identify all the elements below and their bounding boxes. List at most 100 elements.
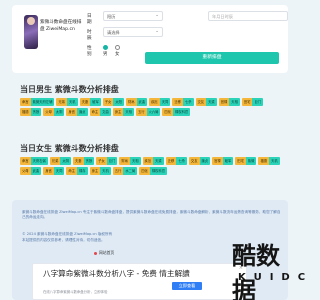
palace-tag-key: 身宫 bbox=[43, 167, 54, 175]
sex-label: 性别 bbox=[87, 46, 92, 57]
palace-tag-key: 五行 bbox=[112, 167, 124, 175]
palace-tag-key: 四化 bbox=[162, 108, 174, 116]
palace-tag-value: 禄权科忌 bbox=[149, 167, 168, 175]
palace-tag-value: 火六局 bbox=[146, 108, 161, 116]
site-logo[interactable]: 紫微斗数命盘在线排盘 ZiweiMap.cn bbox=[18, 15, 81, 69]
palace-tag[interactable]: 迁移 七杀 bbox=[172, 98, 194, 106]
palace-tag[interactable]: 田宅 紫微 bbox=[235, 157, 257, 165]
palace-tag-key: 田宅 bbox=[235, 157, 246, 165]
footer-home-link[interactable]: 网站首页 bbox=[94, 250, 114, 256]
palace-tag-value: 破军 bbox=[222, 157, 234, 165]
palace-tag-key: 交友 bbox=[195, 98, 207, 106]
palace-tag-value: 天机 bbox=[66, 98, 78, 106]
palace-tag-value: 武曲 bbox=[30, 167, 42, 175]
palace-tag[interactable]: 身宫 廉贞 bbox=[66, 108, 88, 116]
palace-tag[interactable]: 身主 天相 bbox=[112, 108, 134, 116]
palace-tag-value: 巨门 bbox=[106, 157, 118, 165]
palace-tag[interactable]: 身主 天机 bbox=[89, 167, 111, 175]
palace-tag-value: 太阳 bbox=[113, 98, 124, 106]
palace-tag[interactable]: 子女 太阳 bbox=[102, 98, 124, 106]
palace-tag-value: 巨门 bbox=[252, 98, 264, 106]
palace-tag-value: 七杀 bbox=[176, 157, 187, 165]
palace-tag-key: 财帛 bbox=[125, 98, 137, 106]
palace-tag-key: 身宫 bbox=[66, 108, 77, 116]
palace-tag[interactable]: 福德 贪狼 bbox=[20, 108, 42, 116]
palace-tag[interactable]: 财帛 天相 bbox=[119, 157, 141, 165]
palace-tag-key: 福德 bbox=[20, 108, 31, 116]
palace-tag-value: 天同 bbox=[159, 98, 171, 106]
logo-portrait-image bbox=[24, 15, 38, 49]
palace-tag[interactable]: 五行 水二局 bbox=[112, 167, 138, 175]
palace-tag-key: 官禄 bbox=[212, 157, 223, 165]
palace-tag[interactable]: 夫妻 破军 bbox=[79, 98, 101, 106]
palace-tag[interactable]: 官禄 破军 bbox=[212, 157, 234, 165]
palace-tag[interactable]: 父母 武曲 bbox=[20, 167, 42, 175]
palace-tag[interactable]: 命宫 紫微天府左辅 bbox=[20, 98, 55, 106]
palace-tag-key: 财帛 bbox=[119, 157, 130, 165]
palace-tag-key: 疾厄 bbox=[142, 157, 154, 165]
dot-icon bbox=[94, 251, 97, 255]
palace-tag-key: 命宫 bbox=[20, 157, 31, 165]
palace-tag-key: 子女 bbox=[96, 157, 107, 165]
date-label: 日期 bbox=[87, 14, 92, 25]
palace-tag[interactable]: 命主 禄存 bbox=[66, 167, 88, 175]
palace-tag[interactable]: 父母 太阴 bbox=[43, 108, 65, 116]
palace-tag-key: 疾厄 bbox=[149, 98, 160, 106]
watermark-main: 酷数据 bbox=[232, 242, 280, 300]
palace-tag[interactable]: 兄弟 天机 bbox=[56, 98, 78, 106]
palace-tag-value: 贪狼 bbox=[83, 157, 95, 165]
palace-tag-value: 文曲 bbox=[100, 108, 111, 116]
palace-tag-value: 廉贞 bbox=[76, 108, 88, 116]
palace-tag[interactable]: 交友 廉贞 bbox=[188, 157, 211, 165]
palace-tag[interactable]: 疾厄 天同 bbox=[149, 98, 171, 106]
palace-tag-key: 父母 bbox=[20, 167, 31, 175]
palace-tag-key: 命宫 bbox=[20, 98, 31, 106]
female-radio[interactable]: 女 bbox=[115, 45, 121, 57]
palace-tag-value: 天梁 bbox=[153, 157, 164, 165]
palace-tag[interactable]: 五行 火六局 bbox=[135, 108, 161, 116]
ad-subtitle: 在线八字算命紫微斗数命盘分析，立即体验 bbox=[43, 290, 108, 294]
palace-tag-value: 天机 bbox=[100, 167, 111, 175]
palace-tag[interactable]: 财帛 武曲 bbox=[125, 98, 148, 106]
palace-tag[interactable]: 四化 禄权科忌 bbox=[162, 108, 191, 116]
palace-tag[interactable]: 子女 巨门 bbox=[96, 157, 118, 165]
palace-tag[interactable]: 官禄 天相 bbox=[218, 98, 240, 106]
palace-tag-key: 兄弟 bbox=[49, 157, 61, 165]
palace-tag[interactable]: 交友 天梁 bbox=[195, 98, 217, 106]
palace-tag-value: 天梁 bbox=[206, 98, 217, 106]
palace-tag-value: 天同 bbox=[53, 167, 65, 175]
palace-tag[interactable]: 命主 文曲 bbox=[89, 108, 111, 116]
radio-checked-icon bbox=[103, 45, 108, 50]
male-radio[interactable]: 男 bbox=[103, 45, 109, 57]
male-section-title: 当日男生 紫微斗数分析排盘 bbox=[20, 85, 119, 94]
palace-tag[interactable]: 疾厄 天梁 bbox=[142, 157, 164, 165]
submit-button[interactable]: 重新排盘 bbox=[145, 52, 279, 64]
palace-tag[interactable]: 夫妻 贪狼 bbox=[72, 157, 95, 165]
palace-tag[interactable]: 四化 禄权科忌 bbox=[139, 167, 168, 175]
footer-description: 紫微斗数命盘在线排盘 ZiweiMap.cn 专注于紫微斗数命盘排盘，提供紫微斗… bbox=[22, 210, 281, 220]
palace-tag-key: 命主 bbox=[66, 167, 77, 175]
watermark-sub: KUIDC bbox=[238, 272, 314, 283]
palace-tag-key: 夫妻 bbox=[72, 157, 84, 165]
palace-tag[interactable]: 身宫 天同 bbox=[43, 167, 65, 175]
palace-tag-value: 天相 bbox=[229, 98, 240, 106]
female-section-title: 当日女生 紫微斗数分析排盘 bbox=[20, 144, 119, 153]
palace-tag[interactable]: 田宅 巨门 bbox=[241, 98, 264, 106]
palace-tag[interactable]: 兄弟 太阴 bbox=[49, 157, 71, 165]
ad-button[interactable]: 立即查看 bbox=[172, 282, 202, 290]
palace-tag-key: 交友 bbox=[188, 157, 200, 165]
palace-tag[interactable]: 迁移 七杀 bbox=[165, 157, 187, 165]
palace-tag-value: 破军 bbox=[90, 98, 101, 106]
ad-title: 八字算命紫微斗数分析八字 - 免费 情主解讀 bbox=[43, 269, 190, 278]
palace-tag[interactable]: 命宫 天府右弼 bbox=[20, 157, 48, 165]
palace-tag-value: 天府右弼 bbox=[30, 157, 48, 165]
palace-tag-key: 福德 bbox=[258, 157, 270, 165]
time-select[interactable]: 请选择 ⌄ bbox=[103, 27, 163, 37]
radio-unchecked-icon bbox=[115, 45, 120, 50]
calendar-type-select[interactable]: 阳历 ⌄ bbox=[103, 11, 163, 21]
date-input[interactable]: 年月日时辰 bbox=[208, 11, 288, 21]
palace-tag-value: 禄权科忌 bbox=[173, 108, 191, 116]
palace-tag[interactable]: 福德 天机 bbox=[258, 157, 280, 165]
palace-tag-key: 身主 bbox=[89, 167, 101, 175]
palace-tag-value: 天相 bbox=[129, 157, 141, 165]
